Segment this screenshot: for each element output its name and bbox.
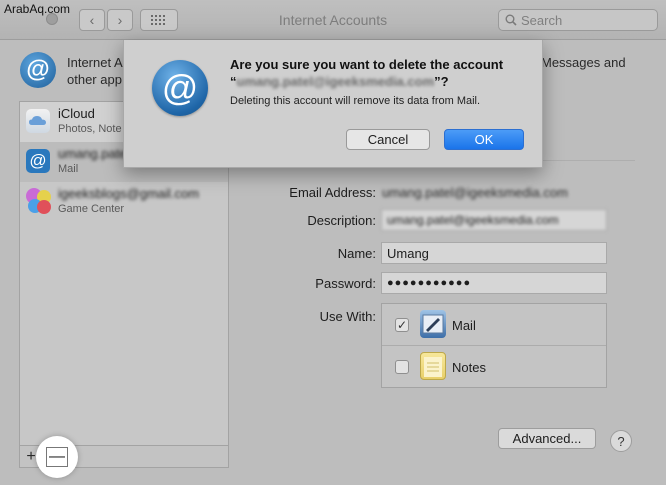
advanced-button[interactable]: Advanced...	[498, 428, 596, 449]
dialog-title-email: umang.patel@igeeksmedia.com	[236, 74, 435, 89]
notes-checkbox[interactable]	[395, 360, 409, 374]
notes-label: Notes	[452, 360, 486, 375]
header-description-right: Messages and	[541, 55, 626, 70]
email-address-label: Email Address:	[289, 185, 376, 200]
dialog-title-open-quote: “	[230, 74, 237, 89]
dialog-message: Deleting this account will remove its da…	[230, 95, 481, 107]
remove-account-button[interactable]: —	[46, 447, 68, 467]
account-subtitle: Mail	[58, 163, 79, 175]
game-center-icon	[24, 186, 54, 216]
password-field[interactable]	[381, 272, 607, 294]
icloud-icon	[26, 109, 50, 133]
account-subtitle: Photos, Note	[58, 123, 122, 135]
internet-accounts-icon: @	[20, 52, 56, 88]
at-sign-icon: @	[26, 149, 50, 173]
account-name: umang.patel	[58, 146, 130, 161]
description-field[interactable]	[381, 209, 607, 231]
name-field[interactable]	[381, 242, 607, 264]
password-label: Password:	[315, 276, 376, 291]
list-item: ✓ Mail	[382, 304, 606, 346]
dialog-title-prefix: Are you sure you want to delete the acco…	[230, 57, 504, 72]
delete-account-dialog: @ Are you sure you want to delete the ac…	[123, 40, 543, 168]
cancel-button[interactable]: Cancel	[346, 129, 430, 150]
email-address-value: umang.patel@igeeksmedia.com	[382, 185, 568, 200]
mail-checkbox[interactable]: ✓	[395, 318, 409, 332]
help-button[interactable]: ?	[610, 430, 632, 452]
account-name: iCloud	[58, 106, 95, 121]
internet-accounts-window: ArabAq.com ‹ › Internet Accounts Search …	[0, 0, 666, 485]
notes-app-icon	[420, 352, 446, 380]
sidebar-item-game-center[interactable]: igeeksblogs@gmail.com Game Center	[20, 182, 228, 222]
search-icon	[505, 14, 517, 26]
name-label: Name:	[337, 246, 376, 261]
description-label: Description:	[307, 213, 376, 228]
dialog-title-suffix: ”?	[434, 74, 449, 89]
at-sign-icon: @	[152, 60, 208, 116]
dialog-title: Are you sure you want to delete the acco…	[230, 56, 530, 90]
list-item: Notes	[382, 346, 606, 388]
account-subtitle: Game Center	[58, 203, 125, 215]
search-box[interactable]	[498, 9, 658, 31]
use-with-label: Use With:	[319, 309, 376, 324]
search-input[interactable]	[521, 12, 641, 28]
account-name: igeeksblogs@gmail.com	[58, 186, 200, 201]
ok-button[interactable]: OK	[444, 129, 524, 150]
use-with-list: ✓ Mail Notes	[381, 303, 607, 388]
title-bar: ArabAq.com ‹ › Internet Accounts	[0, 0, 666, 40]
mail-app-icon	[420, 310, 446, 338]
mail-label: Mail	[452, 318, 476, 333]
